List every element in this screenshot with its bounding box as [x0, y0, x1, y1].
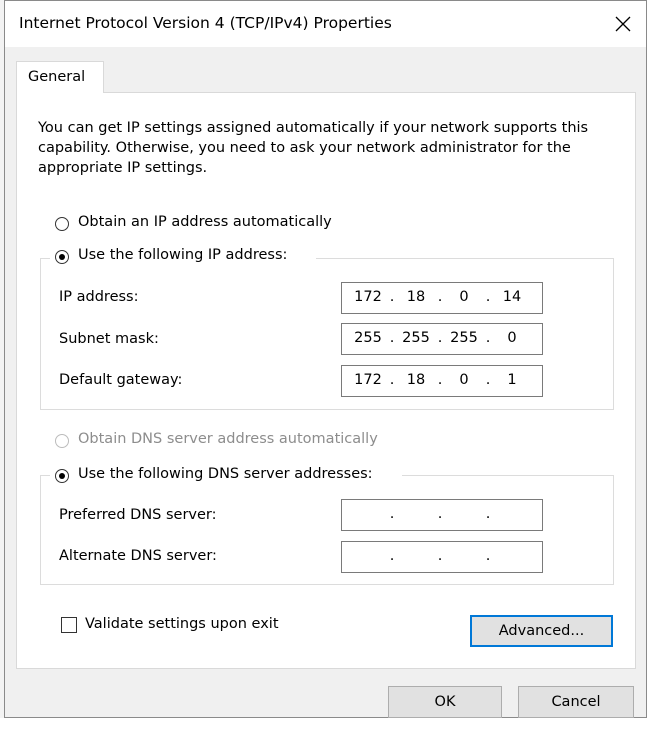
octet: 0 [459, 372, 469, 388]
preferred-dns-input[interactable]: . . . [341, 499, 543, 531]
octet-separator: . [485, 372, 491, 388]
subnet-mask-label: Subnet mask: [59, 331, 159, 347]
octet: 255 [450, 330, 478, 346]
octet-separator: . [485, 548, 491, 564]
ip-address-label: IP address: [59, 289, 139, 305]
obtain-ip-auto-label[interactable]: Obtain an IP address automatically [78, 214, 332, 230]
use-following-dns-label[interactable]: Use the following DNS server addresses: [78, 466, 373, 482]
window-title: Internet Protocol Version 4 (TCP/IPv4) P… [19, 14, 392, 32]
octet-separator: . [389, 548, 395, 564]
ipv4-properties-dialog: Internet Protocol Version 4 (TCP/IPv4) P… [4, 0, 647, 718]
octet: 255 [402, 330, 430, 346]
octet: 1 [507, 372, 517, 388]
obtain-dns-auto-label[interactable]: Obtain DNS server address automatically [78, 431, 378, 447]
use-following-ip-label[interactable]: Use the following IP address: [78, 247, 287, 263]
octet-separator: . [437, 330, 443, 346]
ip-address-input[interactable]: 172 . 18 . 0 . 14 [341, 282, 543, 314]
background-window-bottom [0, 718, 648, 734]
octet-separator: . [437, 548, 443, 564]
octet: 18 [406, 372, 426, 388]
octet-separator: . [437, 506, 443, 522]
cancel-button[interactable]: Cancel [518, 686, 634, 718]
octet: 172 [354, 372, 382, 388]
obtain-ip-auto-radio[interactable] [55, 217, 69, 231]
default-gateway-label: Default gateway: [59, 372, 183, 388]
octet: 18 [406, 289, 426, 305]
preferred-dns-label: Preferred DNS server: [59, 507, 217, 523]
alternate-dns-input[interactable]: . . . [341, 541, 543, 573]
subnet-mask-input[interactable]: 255 . 255 . 255 . 0 [341, 323, 543, 355]
default-gateway-input[interactable]: 172 . 18 . 0 . 1 [341, 365, 543, 397]
tab-general[interactable]: General [16, 61, 104, 93]
title-bar: Internet Protocol Version 4 (TCP/IPv4) P… [5, 1, 646, 47]
octet-separator: . [389, 330, 395, 346]
octet-separator: . [389, 506, 395, 522]
octet: 0 [507, 330, 517, 346]
advanced-button[interactable]: Advanced... [470, 615, 613, 647]
octet: 0 [459, 289, 469, 305]
octet: 14 [502, 289, 522, 305]
alternate-dns-label: Alternate DNS server: [59, 548, 217, 564]
use-following-dns-radio[interactable] [55, 469, 69, 483]
octet-separator: . [437, 289, 443, 305]
tab-general-label: General [28, 69, 86, 85]
octet-separator: . [437, 372, 443, 388]
intro-text: You can get IP settings assigned automat… [38, 120, 589, 176]
use-following-ip-radio[interactable] [55, 250, 69, 264]
validate-settings-checkbox[interactable] [61, 617, 77, 633]
octet-separator: . [485, 330, 491, 346]
ok-button[interactable]: OK [388, 686, 502, 718]
octet-separator: . [389, 372, 395, 388]
octet: 172 [354, 289, 382, 305]
validate-settings-label[interactable]: Validate settings upon exit [85, 616, 279, 632]
close-icon [615, 16, 631, 32]
octet-separator: . [485, 506, 491, 522]
octet: 255 [354, 330, 382, 346]
obtain-dns-auto-radio[interactable] [55, 434, 69, 448]
close-button[interactable] [600, 1, 646, 47]
octet-separator: . [485, 289, 491, 305]
octet-separator: . [389, 289, 395, 305]
